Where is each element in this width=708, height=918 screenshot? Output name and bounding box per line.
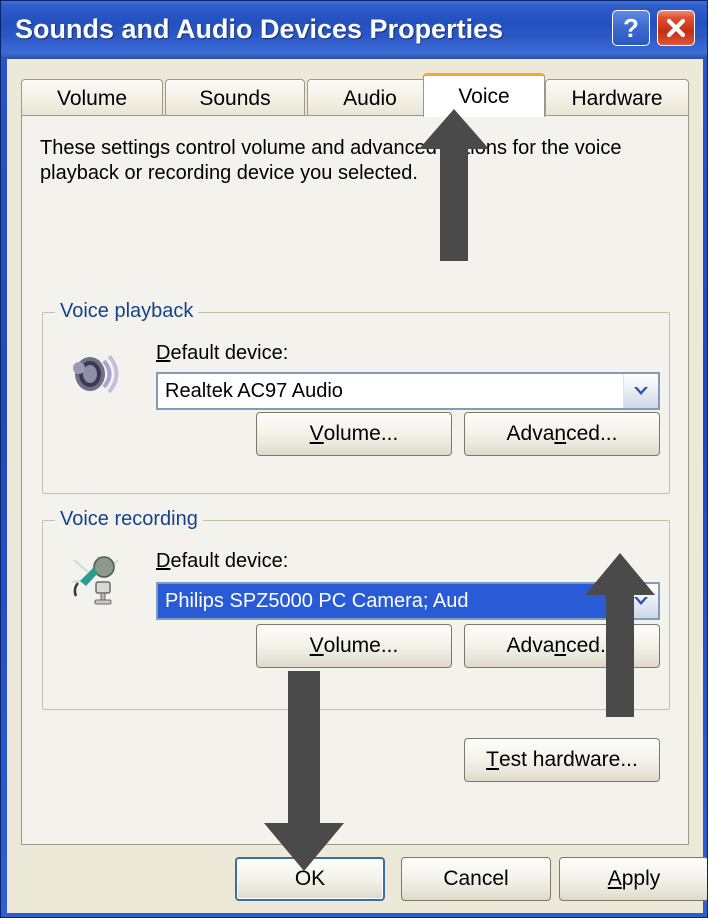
playback-device-label-accel: D xyxy=(156,342,171,364)
properties-dialog-window: Sounds and Audio Devices Properties ? Vo… xyxy=(0,0,708,918)
playback-device-label: Default device: xyxy=(156,342,288,365)
page-description: These settings control volume and advanc… xyxy=(40,137,622,184)
tab-label: Audio xyxy=(343,86,397,110)
tab-volume[interactable]: Volume xyxy=(21,79,163,117)
voice-tab-panel: These settings control volume and advanc… xyxy=(21,115,689,845)
btn-accel: T xyxy=(486,748,499,771)
tab-sounds[interactable]: Sounds xyxy=(165,79,305,117)
btn-accel: n xyxy=(554,634,567,657)
tab-strip: Volume Sounds Audio Voice Hardware xyxy=(21,73,689,117)
help-button[interactable]: ? xyxy=(612,10,650,46)
playback-device-label-rest: efault device: xyxy=(170,342,289,364)
voice-recording-group-title: Voice recording xyxy=(55,508,203,531)
speaker-icon xyxy=(73,354,119,394)
btn-accel: A xyxy=(607,867,622,890)
chevron-down-icon xyxy=(634,387,648,395)
chevron-down-icon xyxy=(634,597,648,605)
playback-volume-button[interactable]: Volume... xyxy=(256,412,452,456)
playback-advanced-button[interactable]: Adva n ced... xyxy=(464,412,660,456)
btn-rest: olume... xyxy=(323,634,399,657)
recording-volume-button[interactable]: Volume... xyxy=(256,624,452,668)
btn-rest: ced... xyxy=(566,422,618,445)
tab-label: Voice xyxy=(458,84,510,108)
btn-rest: Cancel xyxy=(443,867,509,890)
btn-accel: V xyxy=(309,634,324,657)
cancel-button[interactable]: Cancel xyxy=(401,857,551,901)
title-bar: Sounds and Audio Devices Properties ? xyxy=(1,1,707,59)
playback-device-value: Realtek AC97 Audio xyxy=(165,379,343,402)
tab-label: Hardware xyxy=(571,86,663,110)
ok-button[interactable]: OK xyxy=(235,857,385,901)
recording-device-value: Philips SPZ5000 PC Camera; Aud xyxy=(158,584,623,618)
tab-label: Sounds xyxy=(199,86,271,110)
apply-button[interactable]: Apply xyxy=(559,857,707,901)
close-button[interactable] xyxy=(657,10,695,46)
btn-rest: OK xyxy=(294,867,326,890)
recording-device-combobox[interactable]: Philips SPZ5000 PC Camera; Aud xyxy=(156,582,660,620)
tab-label: Volume xyxy=(56,86,128,110)
btn-rest: pply xyxy=(621,867,661,890)
recording-device-label-rest: efault device: xyxy=(170,550,289,572)
btn-rest: est hardware... xyxy=(498,748,638,771)
recording-advanced-button[interactable]: Adva n ced... xyxy=(464,624,660,668)
btn-rest: ced... xyxy=(566,634,618,657)
close-icon xyxy=(666,18,686,38)
tab-voice[interactable]: Voice xyxy=(423,73,545,117)
voice-playback-group-title: Voice playback xyxy=(55,300,199,323)
test-hardware-button[interactable]: Test hardware... xyxy=(464,738,660,782)
btn-prefix: Adva xyxy=(506,422,555,445)
microphone-icon xyxy=(71,556,119,605)
btn-accel: V xyxy=(309,422,324,445)
btn-accel: n xyxy=(554,422,567,445)
playback-device-dropdown-button[interactable] xyxy=(623,374,658,408)
btn-rest: olume... xyxy=(323,422,399,445)
help-icon: ? xyxy=(623,13,639,43)
playback-device-combobox[interactable]: Realtek AC97 Audio xyxy=(156,372,660,410)
recording-device-dropdown-button[interactable] xyxy=(623,584,658,618)
dialog-body: Volume Sounds Audio Voice Hardware These… xyxy=(7,59,707,913)
recording-device-label: Default device: xyxy=(156,550,288,573)
recording-device-label-accel: D xyxy=(156,550,171,572)
tab-hardware[interactable]: Hardware xyxy=(545,79,689,117)
tab-audio[interactable]: Audio xyxy=(307,79,433,117)
btn-prefix: Adva xyxy=(506,634,555,657)
window-title: Sounds and Audio Devices Properties xyxy=(15,14,504,44)
